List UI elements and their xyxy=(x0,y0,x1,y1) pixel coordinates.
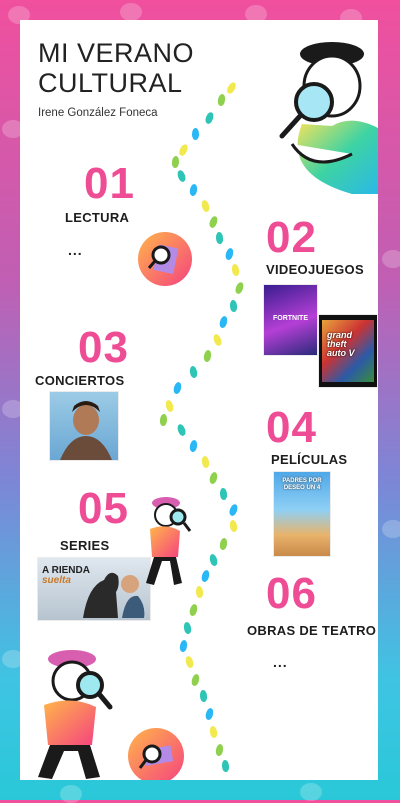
footstep xyxy=(189,365,198,379)
footstep xyxy=(190,673,201,687)
section-number-05: 05 xyxy=(78,484,129,533)
movie-poster-title: PADRES POR DESEO UN 4 xyxy=(282,478,322,491)
section-label-obras-de-teatro: OBRAS DE TEATRO xyxy=(247,623,377,638)
footstep xyxy=(231,263,240,277)
footstep xyxy=(209,725,218,739)
paw-print xyxy=(300,783,322,801)
footstep xyxy=(176,423,187,437)
section-number-03: 03 xyxy=(78,323,129,372)
footstep xyxy=(164,399,175,413)
footstep xyxy=(199,689,208,703)
footstep xyxy=(234,281,245,295)
fortnite-cover-image: FORTNITE xyxy=(264,285,317,355)
footstep xyxy=(195,585,204,599)
detective-illustration-middle xyxy=(146,497,192,585)
footstep xyxy=(192,128,199,140)
footstep xyxy=(203,349,212,363)
footstep xyxy=(177,143,190,157)
infographic-card: MI VERANO CULTURAL Irene González Foneca… xyxy=(20,20,378,780)
magnifier-badge-bottom xyxy=(128,728,184,780)
footstep xyxy=(224,247,235,261)
section-label-series: SERIES xyxy=(60,538,110,553)
footstep xyxy=(219,487,228,501)
title-line-2: CULTURAL xyxy=(38,68,183,98)
footstep xyxy=(229,519,238,533)
gta-v-cover-image: grand theft auto V xyxy=(319,315,377,387)
footstep xyxy=(200,199,211,213)
section-ellipsis-lectura: ... xyxy=(68,242,83,258)
footstep xyxy=(159,413,168,427)
movie-poster-image: PADRES POR DESEO UN 4 xyxy=(274,472,330,556)
footstep xyxy=(208,471,219,485)
magnifier-badge xyxy=(138,232,192,286)
section-number-06: 06 xyxy=(266,569,317,618)
page-title: MI VERANO CULTURAL xyxy=(38,38,194,98)
paw-print xyxy=(382,250,400,268)
paw-print xyxy=(120,3,142,21)
footstep xyxy=(171,155,180,169)
footstep xyxy=(221,759,230,773)
section-label-conciertos: CONCIERTOS xyxy=(35,373,125,388)
footstep xyxy=(204,111,215,125)
section-label-lectura: LECTURA xyxy=(65,210,130,225)
section-number-02: 02 xyxy=(266,213,317,262)
paw-print xyxy=(382,520,400,538)
footstep xyxy=(219,537,228,551)
footstep xyxy=(184,655,195,669)
footstep xyxy=(189,183,198,197)
magnifier-icon xyxy=(138,744,174,769)
series-poster-image: A RIENDA suelta xyxy=(38,558,150,620)
singer-portrait-image xyxy=(50,392,118,460)
gta-title-3: auto xyxy=(327,348,346,358)
footstep xyxy=(215,743,224,757)
gta-title-4: V xyxy=(348,348,355,358)
author-name: Irene González Foneca xyxy=(38,107,158,119)
footstep xyxy=(229,299,238,313)
footstep xyxy=(225,81,238,95)
footstep xyxy=(208,215,219,229)
footstep xyxy=(176,169,187,183)
section-label-peliculas: PELÍCULAS xyxy=(271,452,348,467)
section-number-04: 04 xyxy=(266,403,317,452)
footstep xyxy=(172,381,183,395)
magnifier-icon xyxy=(147,244,179,275)
footstep xyxy=(212,333,223,347)
footstep xyxy=(179,639,188,653)
footstep xyxy=(228,503,239,517)
footstep xyxy=(204,707,215,721)
fortnite-cover-title: FORTNITE xyxy=(273,315,308,322)
paw-print xyxy=(60,785,82,803)
section-ellipsis-teatro: ... xyxy=(273,654,288,670)
footstep xyxy=(208,553,219,567)
detective-illustration-bottom xyxy=(38,650,113,779)
section-number-01: 01 xyxy=(84,159,135,208)
footstep xyxy=(217,93,226,107)
title-line-1: MI VERANO xyxy=(38,38,195,68)
footstep xyxy=(189,439,198,453)
footstep xyxy=(200,569,211,583)
footstep xyxy=(188,603,199,617)
footstep xyxy=(183,621,192,635)
detective-illustration-top xyxy=(279,42,378,194)
footstep xyxy=(215,231,224,245)
footstep xyxy=(218,315,229,329)
section-label-videojuegos: VIDEOJUEGOS xyxy=(266,262,364,277)
footstep xyxy=(201,455,210,469)
